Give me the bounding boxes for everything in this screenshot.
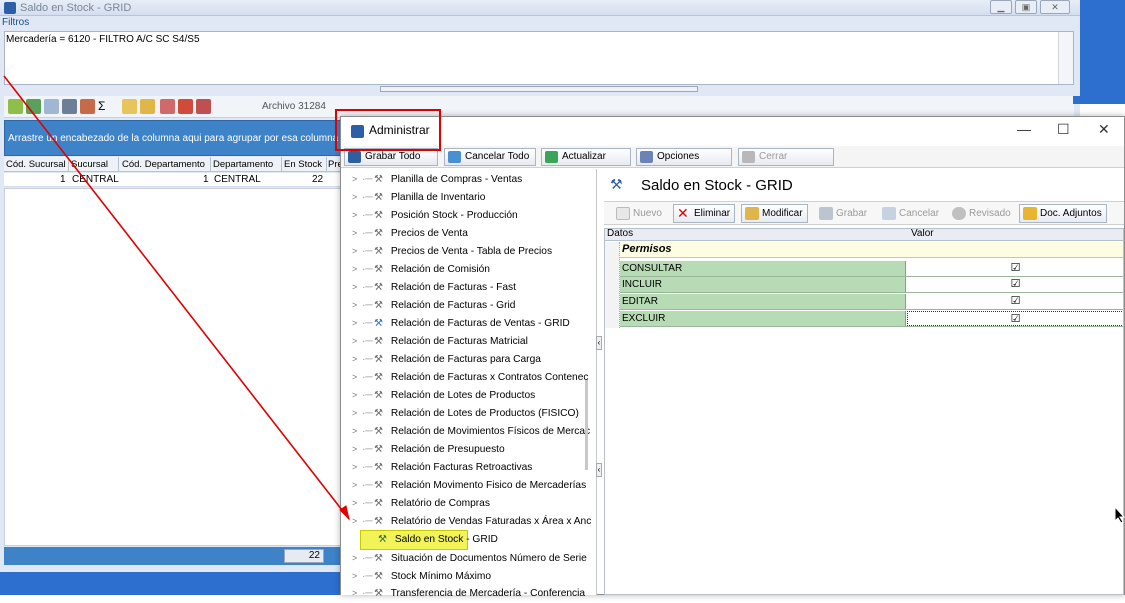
annotation-arrow (3, 75, 350, 521)
mouse-cursor-icon (1114, 506, 1125, 524)
